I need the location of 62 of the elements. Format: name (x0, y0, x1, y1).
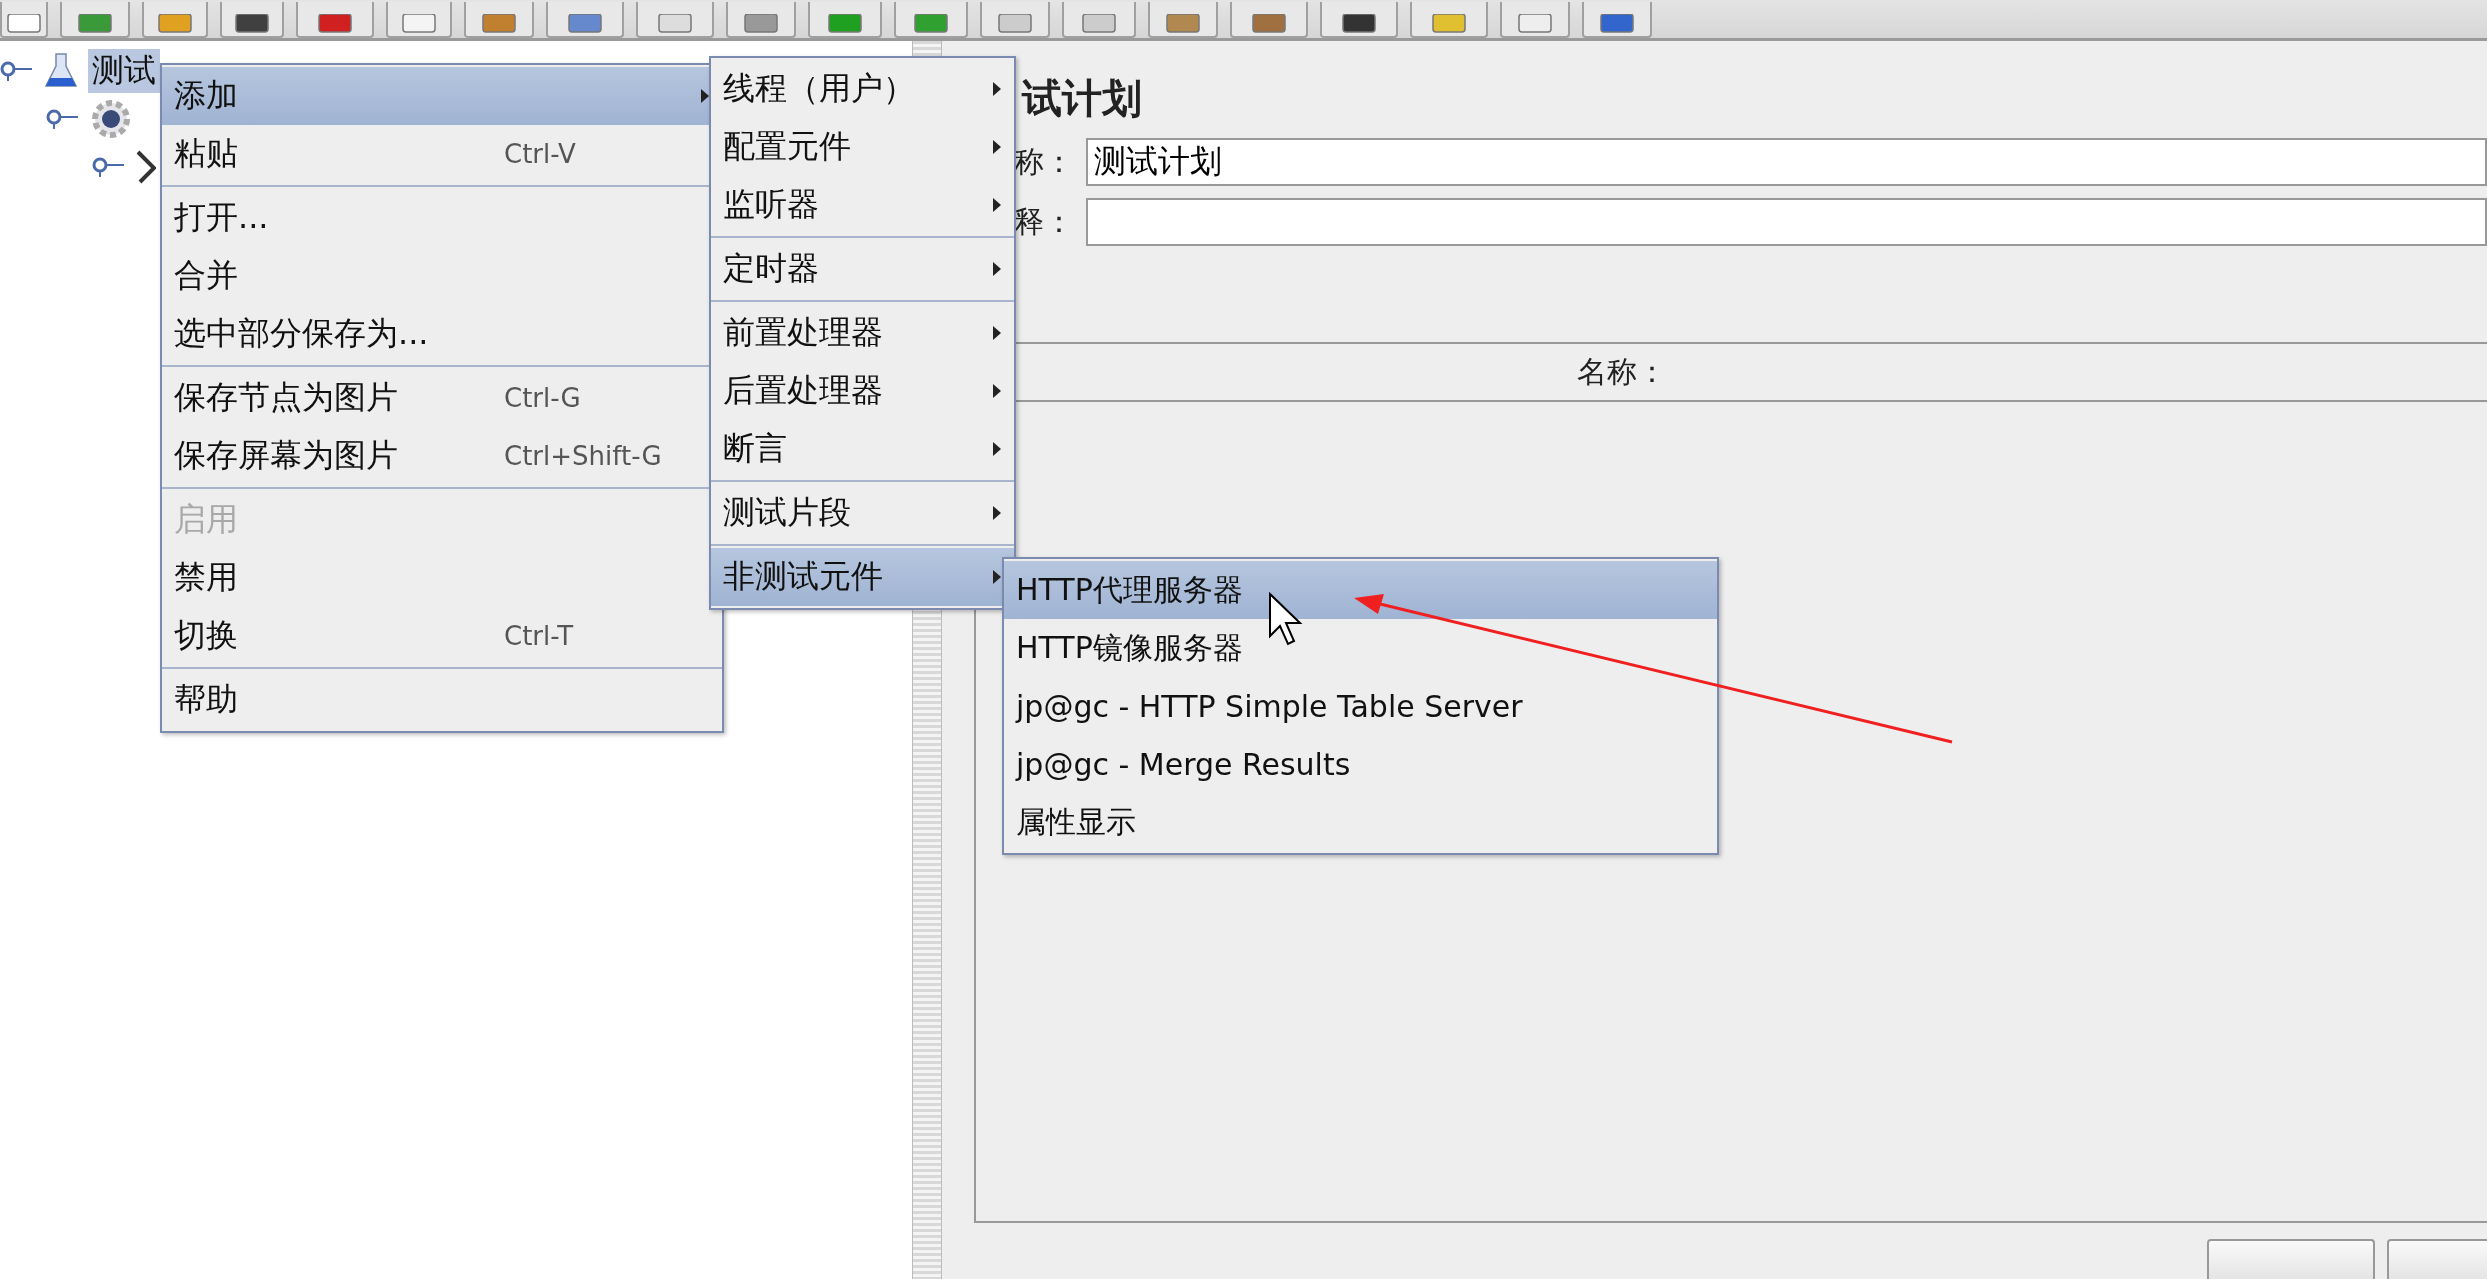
footer-button[interactable] (2207, 1239, 2375, 1279)
toolbar-icon (1339, 14, 1379, 36)
toolbar-icon (911, 14, 951, 36)
toolbar-icon (232, 14, 272, 36)
toolbar-button[interactable] (220, 2, 284, 38)
toolbar-icon (479, 14, 519, 36)
menu-item[interactable]: 后置处理器 (711, 362, 1014, 420)
tree-handle-icon[interactable] (46, 109, 80, 129)
submenu-arrow-icon (992, 325, 1002, 341)
gear-icon (90, 98, 132, 140)
toolbar-icon (4, 14, 44, 36)
submenu-arrow-icon (992, 261, 1002, 277)
toolbar-button[interactable] (1582, 2, 1652, 38)
cursor-icon (1269, 591, 1303, 646)
menu-item[interactable]: 前置处理器 (711, 304, 1014, 362)
submenu-arrow-icon (992, 505, 1002, 521)
submenu-arrow-icon (992, 197, 1002, 213)
input-field[interactable]: 测试计划 (1086, 138, 2487, 186)
menu-item[interactable]: 非测试元件 (711, 548, 1014, 606)
toolbar-icon (1597, 14, 1637, 36)
submenu-arrow-icon (700, 88, 710, 104)
menu-item[interactable]: jp@gc - HTTP Simple Table Server (1004, 677, 1717, 735)
toolbar-icon (155, 14, 195, 36)
toolbar-button[interactable] (296, 2, 374, 38)
menu-item[interactable]: 切换 Ctrl-T (162, 607, 722, 665)
submenu-arrow-icon (992, 441, 1002, 457)
menu-item[interactable]: 定时器 (711, 240, 1014, 298)
menu-item[interactable]: 断言 (711, 420, 1014, 478)
toolbar-icon (1163, 14, 1203, 36)
menu-item[interactable]: jp@gc - Merge Results (1004, 735, 1717, 793)
toolbar-icon (995, 14, 1035, 36)
input-field[interactable] (1086, 198, 2487, 246)
menu-item[interactable]: 帮助 (162, 671, 722, 729)
toolbar-icon (1249, 14, 1289, 36)
menu-item[interactable]: 属性显示 (1004, 793, 1717, 851)
menu-item[interactable]: 测试片段 (711, 484, 1014, 542)
toolbar-icon (75, 14, 115, 36)
flask-icon (44, 52, 78, 90)
tree-item-label[interactable]: 测试 (88, 49, 160, 93)
toolbar-icon (825, 14, 865, 36)
toolbar-button[interactable] (1320, 2, 1398, 38)
toolbar-icon (1429, 14, 1469, 36)
toolbar-icon (741, 14, 781, 36)
tree-handle-icon[interactable] (92, 157, 126, 177)
column-header: 名称： (1576, 352, 1667, 391)
submenu-arrow-icon (992, 569, 1002, 585)
tree-handle-icon[interactable] (0, 61, 34, 81)
field-label: 称： (1014, 142, 1075, 181)
toolbar-icon (1515, 14, 1555, 36)
field-label: 释： (1014, 202, 1075, 241)
panel-title: 试计划 (1022, 74, 1143, 123)
toolbar-icon (655, 14, 695, 36)
toolbar-icon (565, 14, 605, 36)
toolbar-icon (1079, 14, 1119, 36)
menu-item[interactable]: HTTP镜像服务器 (1004, 619, 1717, 677)
submenu-arrow-icon (992, 139, 1002, 155)
toolbar-icon (315, 14, 355, 36)
toolbar-icon (399, 14, 439, 36)
submenu-arrow-icon (992, 81, 1002, 97)
menu-item[interactable]: 监听器 (711, 176, 1014, 234)
submenu-arrow-icon (992, 383, 1002, 399)
menu-item[interactable]: HTTP代理服务器 (1004, 561, 1717, 619)
